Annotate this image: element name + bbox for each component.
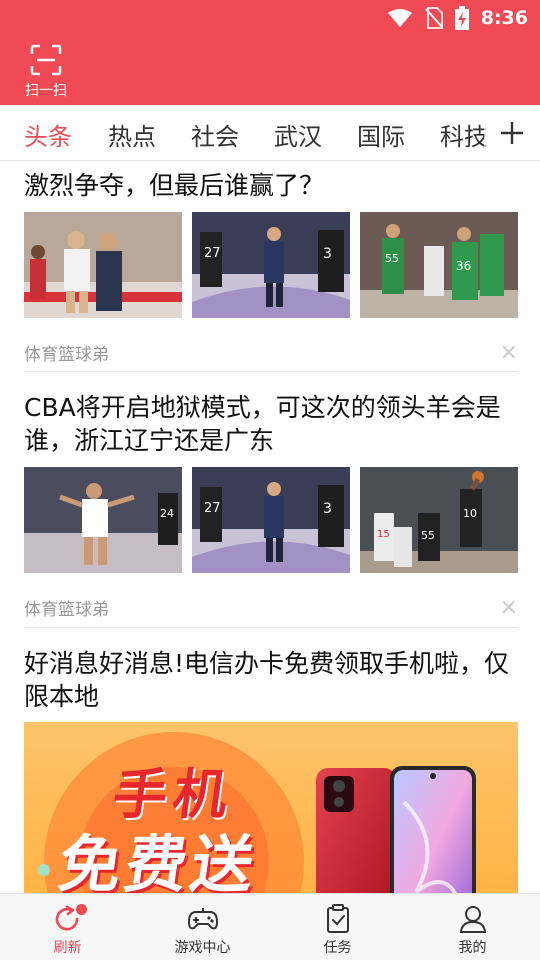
svg-text:27: 27: [204, 246, 221, 261]
article-image: 27 3: [192, 467, 350, 573]
gamepad-icon: [187, 908, 218, 930]
bottom-nav: 刷新 游戏中心 任务 我的: [0, 893, 540, 960]
scan-icon: [30, 44, 62, 76]
article-image: 27 3: [192, 212, 350, 318]
status-bar: 8:36: [387, 6, 528, 30]
svg-text:55: 55: [421, 529, 435, 542]
svg-text:24: 24: [160, 507, 174, 520]
article-title[interactable]: 激烈争夺，但最后谁赢了？: [24, 169, 518, 202]
tab-guoji[interactable]: 国际: [357, 117, 405, 152]
nav-mine[interactable]: 我的: [405, 894, 540, 960]
divider: [24, 627, 518, 628]
svg-text:3: 3: [323, 501, 332, 517]
dismiss-button[interactable]: ×: [500, 341, 518, 364]
article-thumbnails: 27 3 55 36: [24, 212, 518, 318]
article-meta: 体育篮球弟 ×: [24, 340, 518, 365]
wifi-icon: [387, 9, 412, 27]
svg-text:10: 10: [463, 507, 477, 520]
article-title[interactable]: 好消息好消息!电信办卡免费领取手机啦，仅限本地: [24, 647, 518, 713]
status-time: 8:36: [480, 7, 528, 29]
svg-text:3: 3: [323, 246, 332, 262]
article-image: 10 55 15: [360, 467, 518, 573]
nav-refresh[interactable]: 刷新: [0, 894, 135, 960]
tab-shehui[interactable]: 社会: [191, 117, 239, 152]
article-source: 体育篮球弟: [24, 345, 109, 365]
article-image: 24: [24, 467, 182, 573]
nav-label: 我的: [458, 940, 487, 956]
tabs-more-button[interactable]: [484, 105, 540, 160]
nav-tasks[interactable]: 任务: [270, 894, 405, 960]
nav-label: 任务: [323, 940, 352, 956]
news-feed[interactable]: 激烈争夺，但最后谁赢了？ 27 3 55 36 体育篮球弟 × CBA将开启地狱…: [0, 161, 540, 893]
article-image: [24, 212, 182, 318]
article-card[interactable]: 激烈争夺，但最后谁赢了？ 27 3 55 36 体育篮球弟 ×: [24, 169, 518, 365]
article-card[interactable]: CBA将开启地狱模式，可这次的领头羊会是谁，浙江辽宁还是广东 24 27 3 1…: [24, 391, 518, 620]
svg-text:55: 55: [385, 252, 399, 265]
app-header: 8:36 扫一扫: [0, 0, 540, 105]
nav-label: 刷新: [53, 940, 82, 956]
svg-text:27: 27: [204, 501, 221, 516]
scan-button[interactable]: 扫一扫: [18, 44, 74, 100]
task-clipboard-icon: [326, 904, 349, 933]
svg-text:36: 36: [456, 259, 471, 273]
article-title[interactable]: CBA将开启地狱模式，可这次的领头羊会是谁，浙江辽宁还是广东: [24, 391, 518, 457]
ad-headline-line2: 免费送: [54, 828, 263, 893]
category-tabs: 头条 热点 社会 武汉 国际 科技: [0, 105, 540, 161]
article-meta: 体育篮球弟 ×: [24, 595, 518, 620]
notification-dot: [76, 904, 87, 915]
ad-banner-image[interactable]: 手机 免费送: [24, 722, 518, 893]
scan-label: 扫一扫: [25, 83, 67, 99]
user-icon: [459, 906, 486, 933]
tab-wuhan[interactable]: 武汉: [274, 117, 322, 152]
ad-card[interactable]: 好消息好消息!电信办卡免费领取手机啦，仅限本地: [24, 647, 518, 713]
plus-icon: [501, 121, 523, 144]
nav-label: 游戏中心: [174, 940, 231, 956]
tab-redian[interactable]: 热点: [108, 117, 156, 152]
tab-keji[interactable]: 科技: [440, 117, 488, 152]
nav-game-center[interactable]: 游戏中心: [135, 894, 270, 960]
article-source: 体育篮球弟: [24, 600, 109, 620]
article-thumbnails: 24 27 3 10 55 15: [24, 467, 518, 573]
article-image: 55 36: [360, 212, 518, 318]
svg-text:15: 15: [377, 529, 390, 540]
dismiss-button[interactable]: ×: [500, 596, 518, 619]
battery-charging-icon: [454, 6, 469, 30]
no-sim-icon: [424, 7, 443, 29]
tab-toutiao[interactable]: 头条: [24, 117, 72, 152]
divider: [24, 371, 518, 372]
